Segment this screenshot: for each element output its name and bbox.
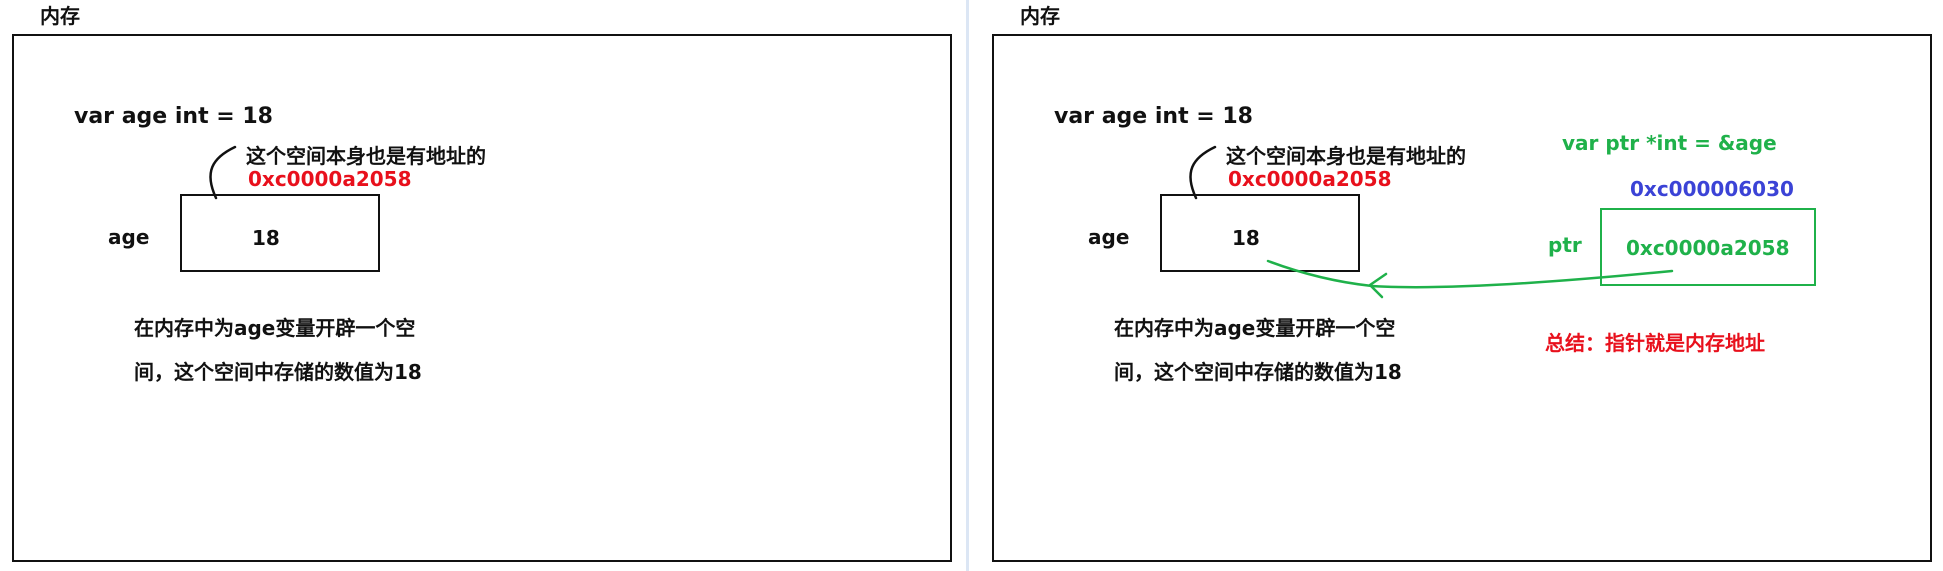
- pointer-arrow-line: [1370, 269, 1674, 289]
- pointer-arrow-tail: [1266, 259, 1374, 288]
- right-address-callout-stroke: [1189, 145, 1217, 200]
- annotation-strokes: [209, 145, 1674, 299]
- left-address-callout-stroke: [209, 145, 237, 200]
